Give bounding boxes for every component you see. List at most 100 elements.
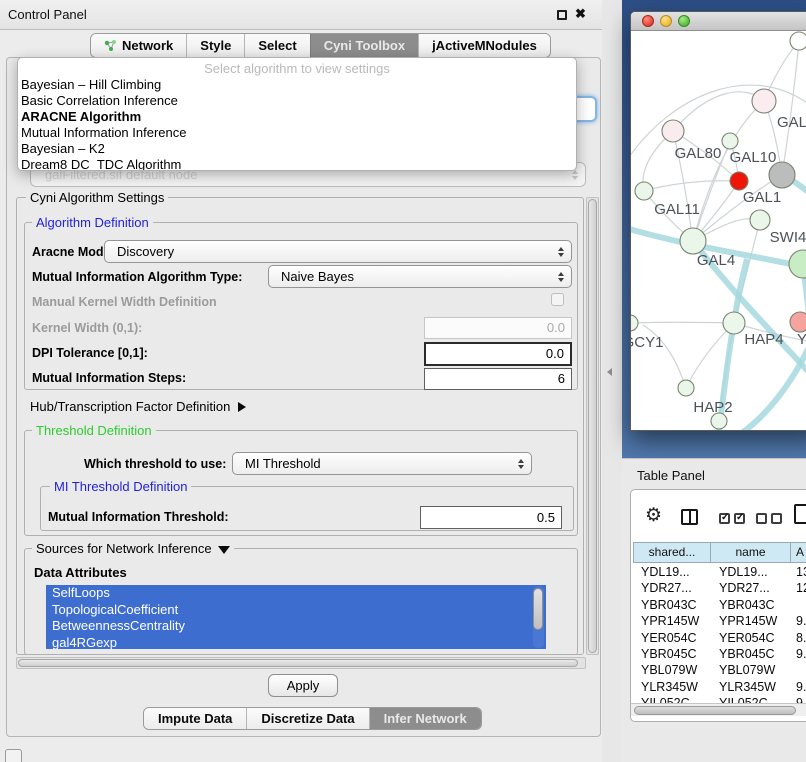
scrollbar-thumb[interactable] [634,706,796,715]
minimize-traffic-light[interactable] [660,15,672,27]
algorithm-option[interactable]: Dream8 DC_TDC Algorithm [18,157,576,171]
table-row[interactable]: YIL052C YIL052C 9 [633,695,806,703]
network-node[interactable] [635,182,653,200]
hub-definition-label: Hub/Transcription Factor Definition [30,399,230,414]
network-node[interactable] [678,380,694,396]
algorithm-option[interactable]: Bayesian – Hill Climbing [18,77,576,93]
close-traffic-light[interactable] [642,15,654,27]
column-header[interactable]: A [791,542,806,563]
network-node[interactable] [722,133,738,149]
tab-network[interactable]: Network [91,34,186,57]
aracne-mode-select[interactable]: Discovery [104,240,572,263]
kernel-width-field[interactable]: 0.0 [424,317,572,339]
network-view[interactable]: GALGAL80GAL10GAL1GAL11SWI4GAL4GCY1HAP4YH… [631,31,806,430]
table-settings-gear-icon[interactable]: ⚙ [645,506,662,525]
network-window-titlebar[interactable] [631,12,806,31]
zoom-traffic-light[interactable] [678,15,690,27]
cell-shared-name: YDL19... [633,564,711,580]
column-browser-icon[interactable] [681,509,698,525]
algorithm-option[interactable]: Basic Correlation Inference [18,93,576,109]
dpi-tolerance-field[interactable]: 0.0 [424,342,572,366]
network-node[interactable] [723,312,745,334]
scrollbar-thumb[interactable] [588,199,597,653]
hub-definition-expander[interactable]: Hub/Transcription Factor Definition [30,399,246,414]
table-header-row: shared... name A [633,542,806,563]
network-node[interactable] [662,120,684,142]
export-table-icon[interactable] [794,504,806,524]
data-attribute-item[interactable]: TopologicalCoefficient [46,602,546,619]
network-node[interactable] [750,210,770,230]
table-row[interactable]: YBR045C YBR045C 9. [633,646,806,662]
manual-kernel-checkbox[interactable] [551,293,564,306]
deselect-all-checkbox-icon[interactable] [771,513,782,524]
mi-type-select[interactable]: Naive Bayes [268,265,572,288]
dock-panel-icon[interactable] [5,749,22,762]
scrollbar-thumb[interactable] [533,588,543,630]
table-row[interactable]: YBR043C YBR043C [633,597,806,613]
table-row[interactable]: YPR145W YPR145W 9. [633,613,806,629]
cell-shared-name: YLR345W [633,679,711,695]
algorithm-option[interactable]: Mutual Information Inference [18,125,576,141]
algorithm-option[interactable]: Bayesian – K2 [18,141,576,157]
network-node[interactable] [790,312,806,332]
sources-group-title[interactable]: Sources for Network Inference [32,541,234,556]
deselect-all-checkbox-icon[interactable] [756,513,767,524]
tab-infer-network[interactable]: Infer Network [369,708,481,729]
table-row[interactable]: YDL19... YDL19... 13 [633,564,806,580]
apply-button[interactable]: Apply [268,674,338,697]
data-attribute-item[interactable]: SelfLoops [46,585,546,602]
collapse-arrow-icon [218,546,230,554]
network-node[interactable] [789,250,806,278]
tab-cyni-toolbox[interactable]: Cyni Toolbox [310,34,418,57]
network-node[interactable] [730,172,748,190]
sources-title-text: Sources for Network Inference [36,541,212,556]
float-window-icon[interactable] [557,10,567,20]
settings-vertical-scrollbar[interactable] [586,197,599,655]
cyni-settings-title: Cyni Algorithm Settings [26,190,168,205]
mi-threshold-field[interactable]: 0.5 [420,506,562,529]
column-header[interactable]: name [711,542,791,563]
network-node[interactable] [680,228,706,254]
table-row[interactable]: YLR345W YLR345W 9. [633,679,806,695]
table-row[interactable]: YDR27... YDR27... 12 [633,580,806,596]
table-row[interactable]: YER054C YER054C 8. [633,630,806,646]
mi-steps-field[interactable]: 6 [424,368,572,390]
mi-threshold-group-title: MI Threshold Definition [50,479,191,494]
attribute-list-scrollbar[interactable] [533,586,544,648]
network-node[interactable] [752,89,776,113]
algorithm-option-list: Bayesian – Hill Climbing Basic Correlati… [18,77,576,171]
network-node-label: GAL4 [697,252,735,269]
select-all-checkbox-icon[interactable] [719,513,730,524]
select-all-checkbox-icon[interactable] [734,513,745,524]
column-header[interactable]: shared... [633,542,711,563]
algorithm-option[interactable]: ARACNE Algorithm [18,109,576,125]
tab-impute-data[interactable]: Impute Data [144,708,246,729]
algorithm-option-label: Basic Correlation Inference [21,93,178,108]
network-node[interactable] [790,32,806,50]
table-body: YDL19... YDL19... 13 YDR27... YDR27... 1… [633,564,806,703]
tab-jactivemnodules[interactable]: jActiveMNodules [418,34,550,57]
network-node-label: HAP2 [693,399,732,416]
data-attribute-item[interactable]: gal4RGexp [46,635,546,650]
tab-select[interactable]: Select [244,34,309,57]
settings-horizontal-scrollbar[interactable] [16,657,586,669]
data-attribute-item[interactable]: BetweennessCentrality [46,618,546,635]
scrollbar-thumb[interactable] [18,659,578,667]
manual-kernel-label: Manual Kernel Width Definition [32,295,217,309]
close-icon[interactable]: ✖ [575,6,586,22]
network-node[interactable] [631,315,638,331]
tab-discretize-data[interactable]: Discretize Data [246,708,368,729]
popup-placeholder: Select algorithm to view settings [18,60,576,77]
table-row[interactable]: YBL079W YBL079W [633,662,806,678]
cell-name: YLR345W [711,679,791,695]
panel-splitter[interactable] [602,0,622,762]
tab-jactivemnodules-label: jActiveMNodules [432,34,537,57]
data-attribute-label: BetweennessCentrality [52,618,185,633]
cell-shared-name: YIL052C [633,695,711,703]
algorithm-option-label: ARACNE Algorithm [21,109,141,124]
cell-value [791,597,806,613]
which-threshold-select[interactable]: MI Threshold [232,452,532,475]
table-horizontal-scrollbar[interactable] [631,703,806,716]
tab-style[interactable]: Style [186,34,244,57]
splitter-collapse-icon[interactable] [607,368,612,376]
